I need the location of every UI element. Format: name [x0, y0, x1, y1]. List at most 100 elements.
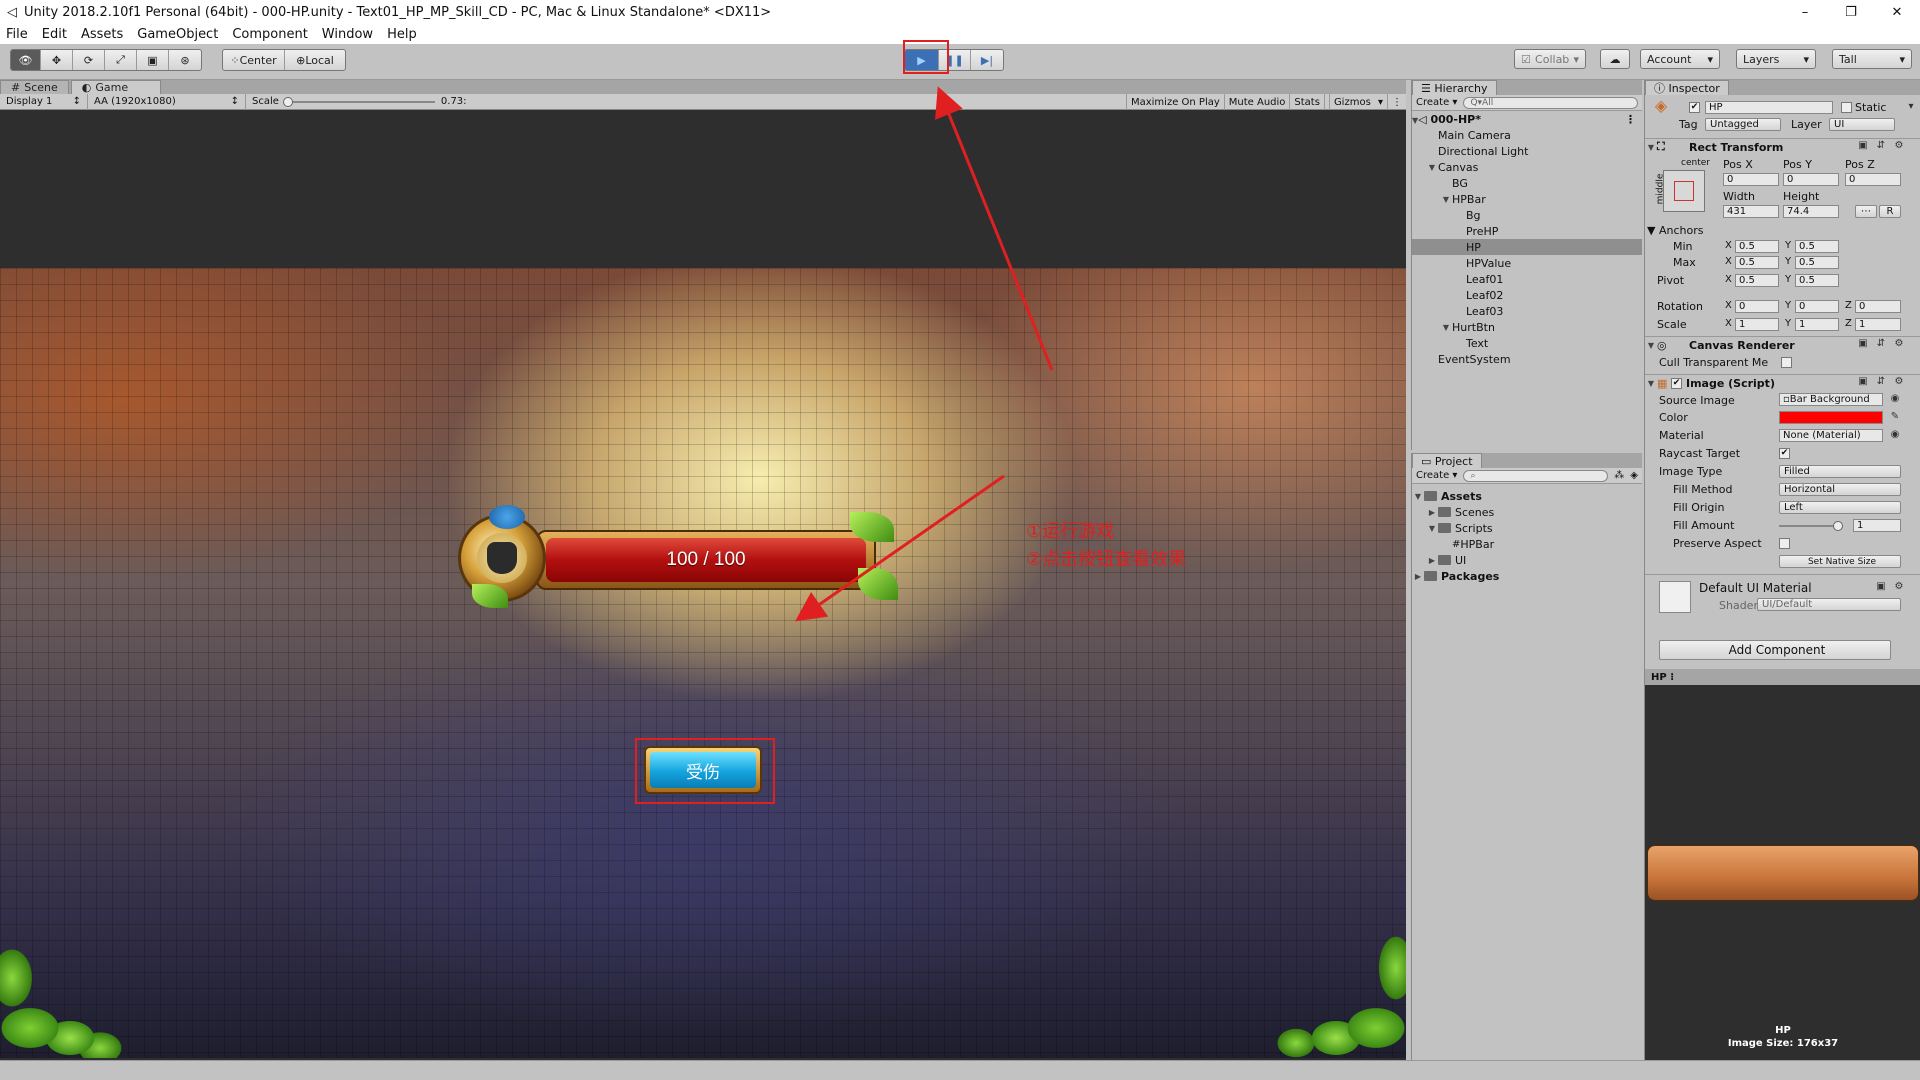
help-icon[interactable]: ▣ — [1857, 140, 1869, 152]
chevron-down-icon[interactable]: ▾ — [1905, 101, 1917, 113]
tab-project[interactable]: ▭ Project — [1412, 453, 1482, 468]
scale-y-field[interactable]: 1 — [1795, 318, 1839, 331]
fill-amount-slider-handle[interactable] — [1833, 521, 1843, 531]
scale-slider[interactable] — [282, 96, 435, 107]
hierarchy-item-hpvalue[interactable]: HPValue — [1412, 255, 1642, 271]
tab-inspector[interactable]: ⓘ Inspector — [1645, 80, 1729, 95]
rot-x-field[interactable]: 0 — [1735, 300, 1779, 313]
panel-menu-icon[interactable]: ⋮ — [1387, 94, 1406, 110]
cull-transparent-checkbox[interactable] — [1781, 357, 1792, 368]
menu-file[interactable]: File — [6, 27, 28, 42]
hierarchy-item-hp[interactable]: HP — [1412, 239, 1642, 255]
rot-y-field[interactable]: 0 — [1795, 300, 1839, 313]
preset-icon[interactable]: ⇵ — [1875, 140, 1887, 152]
min-x-field[interactable]: 0.5 — [1735, 240, 1779, 253]
material-field[interactable]: None (Material) — [1779, 429, 1883, 442]
hierarchy-item-bg[interactable]: BG — [1412, 175, 1642, 191]
max-x-field[interactable]: 0.5 — [1735, 256, 1779, 269]
account-dropdown[interactable]: Account ▾ — [1640, 49, 1720, 69]
rotate-tool-icon[interactable]: ⟳ — [73, 50, 105, 70]
menu-edit[interactable]: Edit — [42, 27, 67, 42]
hierarchy-item-hurtbtn[interactable]: ▼ HurtBtn — [1412, 319, 1642, 335]
eyedropper-icon[interactable]: ✎ — [1889, 411, 1901, 423]
preset-icon[interactable]: ⇵ — [1875, 338, 1887, 350]
game-viewport[interactable]: 100 / 100 受伤 ①运行游戏 ②点击按钮查看效果 — [0, 110, 1406, 1060]
rect-tool-icon[interactable]: ▣ — [137, 50, 169, 70]
source-image-field[interactable]: ▫ Bar Background — [1779, 393, 1883, 406]
help-icon[interactable]: ▣ — [1857, 376, 1869, 388]
menu-window[interactable]: Window — [322, 27, 373, 42]
gear-icon[interactable]: ⚙ — [1893, 376, 1905, 388]
hierarchy-item-eventsystem[interactable]: EventSystem — [1412, 351, 1642, 367]
maximize-button[interactable]: ❐ — [1828, 0, 1874, 24]
project-item-packages[interactable]: ▶ Packages — [1412, 568, 1642, 584]
image-enabled-checkbox[interactable]: ✔ — [1671, 377, 1682, 389]
hierarchy-item-canvas[interactable]: ▼ Canvas — [1412, 159, 1642, 175]
project-search-input[interactable]: ⌕ — [1463, 469, 1609, 482]
expand-arrow-icon[interactable]: ▼ — [1426, 163, 1438, 172]
hierarchy-item-prehp[interactable]: PreHP — [1412, 223, 1642, 239]
rot-z-field[interactable]: 0 — [1855, 300, 1901, 313]
project-item-assets[interactable]: ▼ Assets — [1412, 488, 1642, 504]
help-icon[interactable]: ▣ — [1857, 338, 1869, 350]
help-icon[interactable]: ▣ — [1875, 581, 1887, 593]
menu-gameobject[interactable]: GameObject — [137, 27, 218, 42]
height-field[interactable]: 74.4 — [1783, 205, 1839, 218]
object-picker-icon[interactable]: ◉ — [1889, 393, 1901, 405]
object-name-field[interactable]: HP — [1705, 101, 1833, 114]
expand-arrow-icon[interactable]: ▼ — [1440, 323, 1452, 332]
pivot-x-field[interactable]: 0.5 — [1735, 274, 1779, 287]
fill-method-dropdown[interactable]: Horizontal — [1779, 483, 1901, 496]
hierarchy-item-leaf01[interactable]: Leaf01 — [1412, 271, 1642, 287]
active-checkbox[interactable]: ✔ — [1689, 102, 1700, 113]
scene-menu-icon[interactable]: ⋮ — [1625, 113, 1636, 126]
tab-scene[interactable]: # Scene — [0, 80, 69, 94]
menu-help[interactable]: Help — [387, 27, 417, 42]
transform-tool-icon[interactable]: ⊛ — [169, 50, 201, 70]
collapse-arrow-icon[interactable]: ▶ — [1412, 572, 1424, 581]
move-tool-icon[interactable]: ✥ — [41, 50, 73, 70]
close-button[interactable]: ✕ — [1874, 0, 1920, 24]
hierarchy-item-leaf02[interactable]: Leaf02 — [1412, 287, 1642, 303]
scene-root[interactable]: ▼◁ 000-HP* ⋮ — [1412, 111, 1642, 127]
hand-tool-icon[interactable]: 👁 — [11, 50, 41, 70]
anchor-presets-button[interactable] — [1663, 170, 1705, 212]
hierarchy-search-input[interactable]: Q▾All — [1463, 96, 1638, 109]
object-picker-icon[interactable]: ◉ — [1889, 429, 1901, 441]
pos-y-field[interactable]: 0 — [1783, 173, 1839, 186]
blueprint-mode-button[interactable]: ⋯ — [1855, 205, 1877, 218]
set-native-size-button[interactable]: Set Native Size — [1779, 555, 1901, 568]
resolution-dropdown[interactable]: AA (1920x1080) ↕ — [88, 93, 246, 110]
step-button[interactable]: ▶| — [971, 50, 1003, 70]
tag-dropdown[interactable]: Untagged — [1705, 118, 1781, 131]
tab-hierarchy[interactable]: ☰ Hierarchy — [1412, 80, 1497, 95]
maximize-on-play-toggle[interactable]: Maximize On Play — [1125, 94, 1224, 110]
layers-dropdown[interactable]: Layers ▾ — [1736, 49, 1816, 69]
layout-dropdown[interactable]: Tall ▾ — [1832, 49, 1912, 69]
pivot-center-toggle[interactable]: ⁘ Center — [223, 50, 285, 70]
menu-component[interactable]: Component — [232, 27, 307, 42]
max-y-field[interactable]: 0.5 — [1795, 256, 1839, 269]
image-type-dropdown[interactable]: Filled — [1779, 465, 1901, 478]
width-field[interactable]: 431 — [1723, 205, 1779, 218]
gear-icon[interactable]: ⚙ — [1893, 338, 1905, 350]
menu-assets[interactable]: Assets — [81, 27, 123, 42]
tab-game[interactable]: ◐ Game — [70, 80, 161, 94]
gizmos-dropdown[interactable]: Gizmos ▾ — [1323, 94, 1387, 110]
shader-dropdown[interactable]: UI/Default — [1757, 598, 1901, 611]
project-item-scripts[interactable]: ▼ Scripts — [1412, 520, 1642, 536]
collapse-arrow-icon[interactable]: ▶ — [1426, 508, 1438, 517]
pos-x-field[interactable]: 0 — [1723, 173, 1779, 186]
add-component-button[interactable]: Add Component — [1659, 640, 1891, 660]
raw-edit-button[interactable]: R — [1879, 205, 1901, 218]
pivot-local-toggle[interactable]: ⊕ Local — [285, 50, 345, 70]
fill-amount-field[interactable]: 1 — [1853, 519, 1901, 532]
scale-z-field[interactable]: 1 — [1855, 318, 1901, 331]
static-checkbox[interactable] — [1841, 102, 1852, 113]
min-y-field[interactable]: 0.5 — [1795, 240, 1839, 253]
anchors-foldout[interactable]: ▼ Anchors — [1647, 224, 1703, 237]
preset-icon[interactable]: ⇵ — [1875, 376, 1887, 388]
project-create-dropdown[interactable]: Create ▾ — [1416, 470, 1457, 481]
cloud-button[interactable]: ☁ — [1600, 49, 1630, 69]
expand-arrow-icon[interactable]: ▼ — [1440, 195, 1452, 204]
